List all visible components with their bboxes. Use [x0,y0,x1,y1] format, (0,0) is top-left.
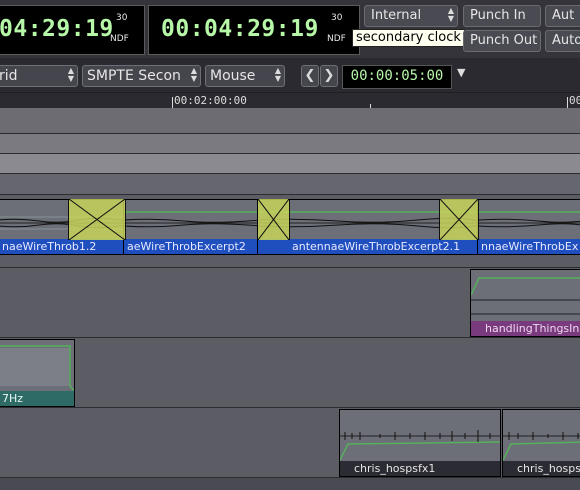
region-chris-1[interactable]: chris_hospsfx1 [339,409,501,477]
crossfade-3[interactable] [439,198,479,241]
crossfade-1[interactable] [68,198,126,241]
secondary-clock-time: 00:04:29:19 [161,16,319,42]
grid-mode-label: rid [0,68,18,84]
region-label: chris_hospsfx1 [503,461,580,476]
loop-band [0,154,580,174]
nudge-clock[interactable]: 00:00:05:00 [342,65,452,89]
region-label: nnaeWireThrobEx [478,239,580,254]
chevron-down-icon[interactable]: ▼ [457,66,465,79]
grid-mode-selector[interactable]: rid ▲ ▼ [0,65,78,87]
auto-play-button[interactable]: Aut [545,5,580,27]
nudge-backward-button[interactable]: ❮ [301,65,319,87]
cd-band [0,174,580,195]
combo-arrows-icon: ▲ ▼ [190,66,197,83]
chevron-left-icon: ❮ [304,68,316,83]
region-label: aeWireThrobExcerpt2 [124,239,259,254]
transport-toolbar: 04:29:19 30 NDF 00:04:29:19 30 NDF Inter… [0,0,580,58]
edit-toolbar: rid ▲ ▼ SMPTE Secon ▲ ▼ Mouse ▲ ▼ ❮ ❯ 00:00… [0,58,580,92]
primary-clock[interactable]: 04:29:19 30 NDF [0,5,145,55]
region-label: naeWireThrob1.2 [0,239,124,254]
region-label: 7Hz [0,391,74,406]
primary-clock-ndf: NDF [110,34,129,44]
region-label: handlingThingsIn [471,321,580,336]
waveform [124,211,259,228]
editor-canvas[interactable]: naeWireThrob1.2 aeWireThrobExcerpt2 ante… [0,108,580,490]
audio-track-1[interactable]: naeWireThrob1.2 aeWireThrobExcerpt2 ante… [0,195,580,268]
secondary-clock-ndf: NDF [327,34,346,44]
audio-track-2[interactable]: handlingThingsIn [0,268,580,338]
empty-track-area[interactable] [0,478,580,490]
ruler-label: 00:02:00:00 [174,94,247,107]
region-wire-2[interactable]: aeWireThrobExcerpt2 [123,199,260,255]
timeline-ruler[interactable]: 00:02:00:00 00: [0,92,580,109]
waveform [340,430,500,461]
primary-clock-fps: 30 [116,13,128,23]
combo-arrows-icon: ▲ ▼ [67,66,74,83]
clock-mode-label: SMPTE Secon [87,68,181,84]
crossfade-curve [68,198,126,241]
region-label: chris_hospsfx1 [340,461,500,476]
audio-track-4[interactable]: chris_hospsfx1 chris_hospsfx1 [0,408,580,478]
nudge-forward-button[interactable]: ❯ [320,65,338,87]
waveform [0,345,74,392]
audio-track-3[interactable]: 7Hz [0,338,580,408]
waveform [503,432,580,461]
primary-clock-time: 04:29:19 [0,16,114,42]
combo-arrows-icon: ▲ ▼ [274,66,281,83]
tooltip: secondary clock [352,29,465,47]
ruler-label-right: 00: [569,94,580,107]
crossfade-curve [257,198,290,241]
region-chris-2[interactable]: chris_hospsfx1 [502,409,580,477]
secondary-clock[interactable]: 00:04:29:19 30 NDF [148,5,360,55]
edit-point-selector[interactable]: Mouse ▲ ▼ [205,65,285,87]
ruler-tick [567,97,568,108]
combo-arrows-icon: ▲ ▼ [447,6,454,23]
region-tone[interactable]: 7Hz [0,339,75,407]
auto-return-button[interactable]: Auto [545,30,580,52]
chevron-right-icon: ❯ [323,68,335,83]
edit-point-label: Mouse [210,68,256,84]
region-label: antennaeWireThrobExcerpt2.1 [258,239,477,254]
punch-in-button[interactable]: Punch In [463,5,541,27]
region-wire-4[interactable]: nnaeWireThrobEx [477,199,580,255]
region-handling[interactable]: handlingThingsIn [470,269,580,337]
marker-band [0,108,580,134]
clock-mode-selector[interactable]: SMPTE Secon ▲ ▼ [82,65,201,87]
punch-out-button[interactable]: Punch Out [463,30,541,52]
ruler-tick [172,97,173,108]
secondary-clock-fps: 30 [331,13,343,23]
crossfade-2[interactable] [257,198,290,241]
sync-source-label: Internal [371,8,422,23]
waveform [478,211,580,228]
waveform [471,277,580,315]
crossfade-curve [439,198,479,241]
range-band [0,134,580,154]
sync-source-selector[interactable]: Internal ▲ ▼ [364,5,458,27]
